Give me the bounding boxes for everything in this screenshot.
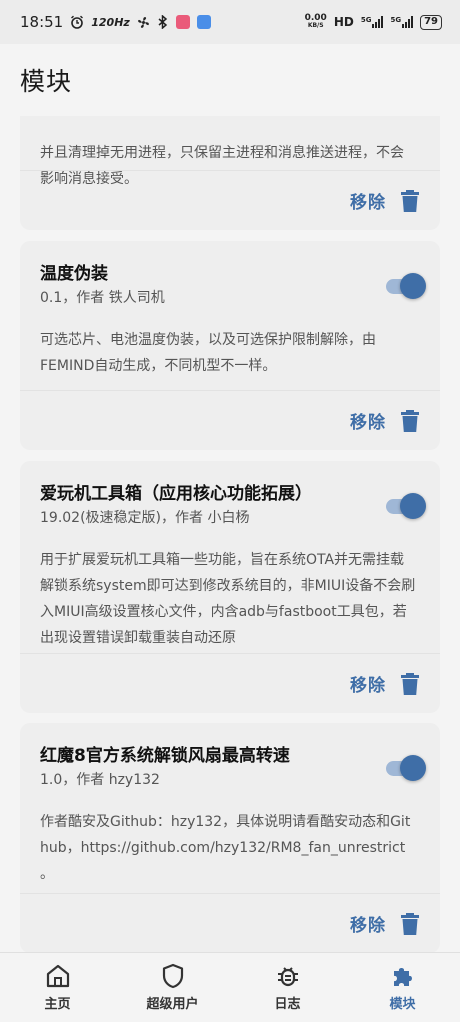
module-card: 并且清理掉无用进程，只保留主进程和消息推送进程，不会影响消息接受。 移除 [20,116,440,230]
module-description: 可选芯片、电池温度伪装，以及可选保护限制解除，由FEMIND自动生成，不同机型不… [40,332,376,374]
module-title: 温度伪装 [40,264,108,284]
nav-item-log[interactable]: 日志 [230,953,345,1022]
battery-indicator: 79 [420,14,442,30]
remove-button[interactable]: 移除 [350,671,386,696]
remove-button[interactable]: 移除 [350,408,386,433]
bug-icon [277,967,298,987]
module-meta: 0.1，作者 铁人司机 [40,290,165,306]
nav-item-modules[interactable]: 模块 [345,953,460,1022]
shield-icon [162,963,183,989]
trash-icon[interactable] [400,189,420,213]
signal-1-label: 5G [360,16,372,24]
nav-label: 超级用户 [146,997,199,1012]
module-title: 爱玩机工具箱（应用核心功能拓展） [40,484,312,504]
trash-icon[interactable] [400,409,420,433]
remove-button[interactable]: 移除 [350,188,386,213]
security-app-icon [196,15,211,29]
alarm-icon [71,15,84,29]
module-card: 爱玩机工具箱（应用核心功能拓展） 19.02(极速稳定版)，作者 小白杨 用于扩… [20,461,440,713]
puzzle-icon [393,968,412,986]
net-speed: 0.00 KB/S [305,14,327,30]
trash-icon[interactable] [400,912,420,936]
music-app-icon [175,15,190,29]
module-card: 红魔8官方系统解锁风扇最高转速 1.0，作者 hzy132 作者酷安及Githu… [20,723,440,952]
module-card-footer: 移除 [20,653,440,713]
fan-icon [137,16,149,28]
page-title: 模块 [20,67,73,96]
signal-bars-icon [372,16,384,28]
module-list[interactable]: 并且清理掉无用进程，只保留主进程和消息推送进程，不会影响消息接受。 移除 温度伪… [0,116,460,952]
home-icon [46,964,69,988]
bluetooth-icon [158,15,167,29]
nav-label: 模块 [389,997,416,1012]
nav-label: 主页 [44,997,71,1012]
module-enable-toggle[interactable] [386,493,426,519]
module-description: 作者酷安及Github：hzy132，具体说明请看酷安动态和Github，htt… [40,814,411,882]
toggle-knob [400,273,426,299]
net-speed-value: 0.00 [304,13,327,23]
nav-label: 日志 [274,997,301,1012]
module-description: 用于扩展爱玩机工具箱一些功能，旨在系统OTA并无需挂载解锁系统system即可达… [40,552,416,646]
module-enable-toggle[interactable] [386,755,426,781]
app-header: 模块 [0,44,460,116]
status-time: 18:51 [20,13,64,31]
nav-item-home[interactable]: 主页 [0,953,115,1022]
module-card-footer: 移除 [20,390,440,450]
net-speed-unit: KB/S [307,22,324,29]
signal-2-label: 5G [390,16,402,24]
nav-item-superuser[interactable]: 超级用户 [115,953,230,1022]
module-meta: 19.02(极速稳定版)，作者 小白杨 [40,510,250,526]
bottom-navigation: 主页 超级用户 日志 模块 [0,952,460,1022]
trash-icon[interactable] [400,672,420,696]
module-card: 温度伪装 0.1，作者 铁人司机 可选芯片、电池温度伪装，以及可选保护限制解除，… [20,241,440,450]
refresh-rate-label: 120Hz [91,15,130,29]
toggle-knob [400,493,426,519]
signal-1: 5G [361,16,384,28]
hd-label: HD [333,15,354,29]
module-enable-toggle[interactable] [386,273,426,299]
remove-button[interactable]: 移除 [350,911,386,936]
module-meta: 1.0，作者 hzy132 [40,772,160,788]
module-card-footer: 移除 [20,170,440,230]
status-bar: 18:51 120Hz 0.00 KB/S HD 5G 5G 79 [0,0,460,44]
toggle-knob [400,755,426,781]
signal-bars-icon [402,16,414,28]
module-card-footer: 移除 [20,893,440,952]
module-title: 红魔8官方系统解锁风扇最高转速 [40,746,290,766]
signal-2: 5G [390,16,414,28]
